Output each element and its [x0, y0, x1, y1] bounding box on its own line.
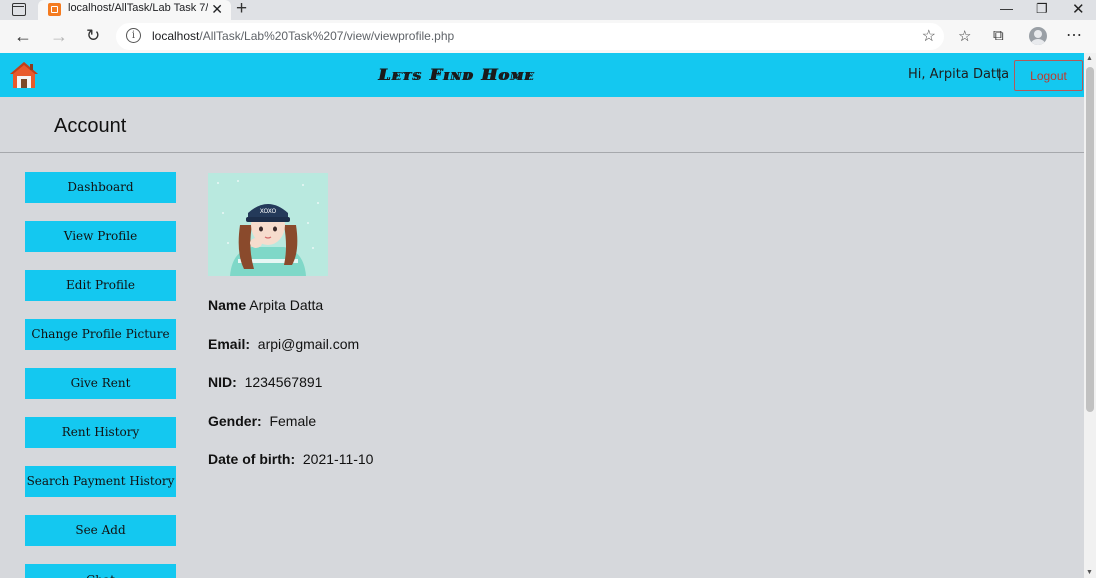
site-brand: Lets Find Home	[380, 65, 537, 84]
profile-field-name: Name Arpita Datta	[208, 297, 323, 313]
sidebar-item-dashboard[interactable]: Dashboard	[25, 172, 176, 203]
field-label: Date of birth:	[208, 451, 296, 467]
sidebar-item-change-profile-picture[interactable]: Change Profile Picture	[25, 319, 176, 350]
window-close-icon[interactable]: ✕	[1072, 0, 1085, 18]
page-title: Account	[54, 115, 127, 137]
field-value: Arpita Datta	[249, 297, 324, 313]
sidebar-item-view-profile[interactable]: View Profile	[25, 221, 176, 252]
header-separator: |	[998, 66, 1002, 81]
restore-icon[interactable]: ❐	[1036, 1, 1048, 17]
scrollbar-thumb[interactable]	[1086, 67, 1094, 412]
browser-toolbar: ← → ↻ i localhost/AllTask/Lab%20Task%207…	[0, 20, 1096, 53]
scroll-up-icon[interactable]: ▲	[1086, 55, 1093, 62]
scroll-down-icon[interactable]: ▼	[1086, 569, 1093, 576]
more-icon[interactable]: ⋯	[1066, 25, 1082, 45]
svg-text:XOXO: XOXO	[260, 208, 277, 215]
page-heading-bar: Account	[0, 97, 1084, 153]
new-tab-icon[interactable]: +	[236, 0, 247, 20]
field-label: Name	[208, 297, 247, 313]
field-label: Email:	[208, 336, 251, 352]
home-icon[interactable]	[8, 59, 40, 91]
field-label: NID:	[208, 374, 237, 390]
profile-field-nid: NID: 1234567891	[208, 374, 322, 390]
xampp-favicon-icon	[48, 3, 61, 16]
logout-button[interactable]: Logout	[1014, 60, 1083, 91]
field-value: Female	[269, 413, 317, 429]
sidebar-item-see-add[interactable]: See Add	[25, 515, 176, 546]
forward-arrow-icon[interactable]: →	[50, 26, 68, 46]
profile-field-date-of-birth: Date of birth: 2021-11-10	[208, 451, 373, 467]
web-page: Lets Find Home Hi, Arpita Datta | Logout…	[0, 53, 1084, 578]
address-bar[interactable]: i localhost/AllTask/Lab%20Task%207/view/…	[116, 23, 944, 50]
browser-tab[interactable]: localhost/AllTask/Lab Task 7/view ✕	[38, 0, 231, 20]
profile-field-email: Email: arpi@gmail.com	[208, 336, 359, 352]
field-value: 2021-11-10	[302, 451, 374, 467]
user-greeting: Hi, Arpita Datta	[908, 67, 1010, 82]
tab-title: localhost/AllTask/Lab Task 7/view	[68, 2, 208, 14]
sidebar-item-rent-history[interactable]: Rent History	[25, 417, 176, 448]
sidebar-item-give-rent[interactable]: Give Rent	[25, 368, 176, 399]
profile-field-gender: Gender: Female	[208, 413, 316, 429]
sidebar-item-chat[interactable]: Chat	[25, 564, 176, 578]
field-label: Gender:	[208, 413, 262, 429]
collections-icon[interactable]: ⧉	[993, 27, 1004, 44]
refresh-icon[interactable]: ↻	[86, 26, 100, 46]
sidebar-item-search-payment-history[interactable]: Search Payment History	[25, 466, 176, 497]
favorites-add-icon[interactable]: ☆	[922, 26, 936, 46]
tab-actions-icon[interactable]	[12, 3, 26, 16]
url-text[interactable]: localhost/AllTask/Lab%20Task%207/view/vi…	[152, 29, 454, 43]
site-header: Lets Find Home Hi, Arpita Datta | Logout	[0, 53, 1084, 97]
sidebar-item-edit-profile[interactable]: Edit Profile	[25, 270, 176, 301]
info-icon[interactable]: i	[126, 28, 141, 43]
favorites-icon[interactable]: ☆	[958, 27, 971, 45]
page-scrollbar[interactable]: ▲ ▼	[1084, 53, 1096, 578]
profile-picture: XOXO	[208, 173, 328, 276]
field-value: 1234567891	[244, 374, 323, 390]
browser-tab-strip: localhost/AllTask/Lab Task 7/view ✕ + — …	[0, 0, 1096, 20]
minimize-icon[interactable]: —	[1000, 1, 1013, 16]
back-arrow-icon[interactable]: ←	[14, 26, 32, 46]
tab-close-icon[interactable]: ✕	[211, 1, 223, 18]
profile-icon[interactable]	[1029, 27, 1047, 45]
field-value: arpi@gmail.com	[257, 336, 360, 352]
